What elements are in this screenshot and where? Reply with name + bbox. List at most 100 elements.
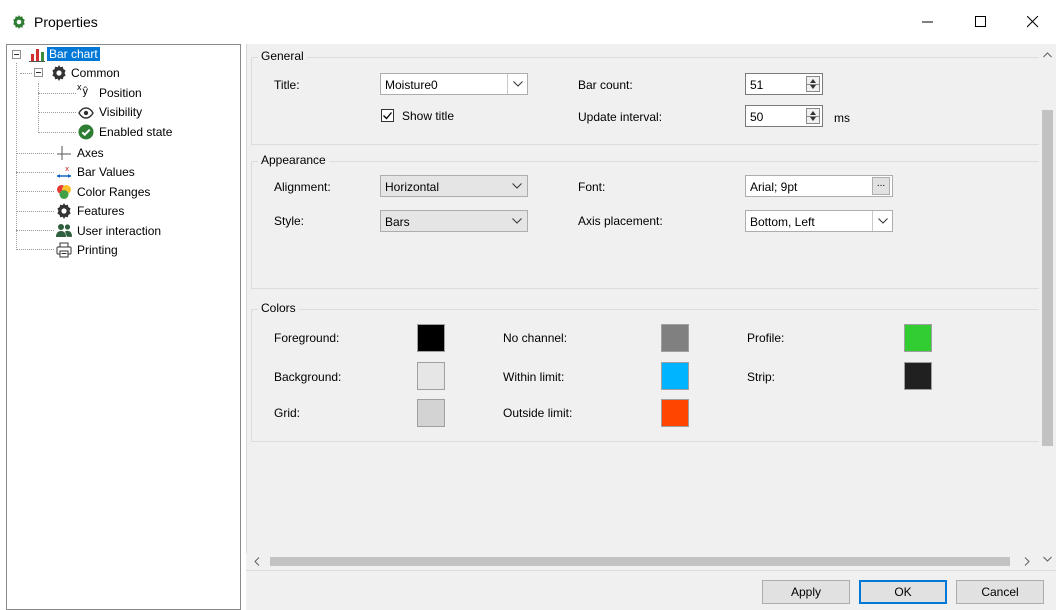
spin-buttons[interactable]	[806, 108, 820, 124]
tree-connector	[16, 153, 54, 154]
strip-color-swatch[interactable]	[904, 362, 932, 390]
maximize-button[interactable]	[958, 0, 1004, 44]
tree-item-axes[interactable]: Axes	[77, 146, 104, 160]
bar-chart-icon	[29, 49, 45, 62]
svg-text:x: x	[65, 165, 69, 173]
spin-buttons[interactable]	[806, 76, 820, 92]
checkmark-icon	[383, 112, 392, 120]
bar-count-spinner[interactable]: 51	[745, 73, 823, 95]
tree-item-common[interactable]: Common	[71, 66, 120, 80]
scroll-thumb[interactable]	[270, 557, 1010, 566]
tree-connector	[16, 191, 54, 192]
show-title-label: Show title	[402, 109, 455, 123]
axes-icon	[57, 146, 71, 160]
alignment-label: Alignment:	[274, 180, 331, 194]
horizontal-scrollbar[interactable]	[246, 553, 1039, 570]
axis-placement-label: Axis placement:	[578, 214, 663, 228]
update-interval-label: Update interval:	[578, 110, 663, 124]
update-interval-spinner[interactable]: 50	[745, 105, 823, 127]
background-label: Background:	[274, 370, 342, 384]
eye-icon	[78, 107, 94, 119]
strip-label: Strip:	[747, 370, 776, 384]
tree-item-color-ranges[interactable]: Color Ranges	[77, 185, 150, 199]
font-browse-button[interactable]: ...	[872, 177, 890, 195]
collapse-toggle[interactable]	[34, 68, 43, 77]
font-value: Arial; 9pt	[750, 180, 798, 194]
axis-placement-combo[interactable]: Bottom, Left	[745, 210, 893, 232]
foreground-color-swatch[interactable]	[417, 324, 445, 352]
vertical-scrollbar[interactable]	[1039, 44, 1056, 570]
chevron-right-icon[interactable]	[1024, 557, 1030, 566]
update-interval-unit: ms	[834, 111, 850, 125]
within-limit-label: Within limit:	[503, 370, 565, 384]
general-group: General	[251, 49, 1049, 145]
printer-icon	[56, 242, 72, 258]
scroll-thumb[interactable]	[1042, 110, 1053, 446]
tree-item-printing[interactable]: Printing	[77, 243, 118, 257]
gear-icon	[13, 15, 25, 29]
maximize-icon	[975, 16, 986, 27]
tree-item-bar-chart[interactable]: Bar chart	[47, 47, 100, 61]
gear-icon	[57, 203, 71, 219]
style-label: Style:	[274, 214, 305, 228]
property-tree[interactable]: Bar chart Common xŷ Position Visibility …	[6, 44, 241, 610]
title-combo[interactable]: Moisture0	[380, 73, 528, 95]
collapse-toggle[interactable]	[12, 50, 21, 59]
background-color-swatch[interactable]	[417, 362, 445, 390]
close-button[interactable]	[1010, 0, 1056, 44]
chevron-up-icon[interactable]	[1043, 52, 1052, 58]
bar-count-label: Bar count:	[578, 78, 633, 92]
chevron-down-icon[interactable]	[1043, 556, 1052, 562]
tree-connector	[16, 211, 54, 212]
outside-limit-label: Outside limit:	[503, 406, 573, 420]
update-interval-value: 50	[750, 110, 764, 124]
within-limit-color-swatch[interactable]	[661, 362, 689, 390]
chevron-left-icon[interactable]	[254, 557, 260, 566]
style-select[interactable]: Bars	[380, 210, 528, 232]
cancel-button[interactable]: Cancel	[956, 580, 1044, 604]
apply-button[interactable]: Apply	[762, 580, 850, 604]
tree-connector	[16, 172, 54, 173]
tree-connector	[38, 112, 76, 113]
no-channel-color-swatch[interactable]	[661, 324, 689, 352]
tree-connector	[20, 73, 32, 74]
tree-connector	[38, 132, 76, 133]
tree-connector	[16, 249, 54, 250]
tree-item-features[interactable]: Features	[77, 204, 124, 218]
alignment-select[interactable]: Horizontal	[380, 175, 528, 197]
ok-button[interactable]: OK	[859, 580, 947, 604]
outside-limit-color-swatch[interactable]	[661, 399, 689, 427]
bar-count-value: 51	[750, 78, 764, 92]
grid-label: Grid:	[274, 406, 301, 420]
chevron-down-icon	[507, 176, 527, 196]
grid-color-swatch[interactable]	[417, 399, 445, 427]
dialog-button-bar: Apply OK Cancel	[246, 570, 1056, 610]
appearance-heading: Appearance	[258, 153, 329, 167]
foreground-label: Foreground:	[274, 331, 340, 345]
tree-item-position[interactable]: Position	[99, 86, 142, 100]
position-icon: xŷ	[77, 82, 89, 98]
chevron-down-icon[interactable]	[507, 74, 527, 94]
tree-item-visibility[interactable]: Visibility	[99, 105, 142, 119]
general-heading: General	[258, 49, 307, 63]
tree-item-enabled-state[interactable]: Enabled state	[99, 125, 172, 139]
show-title-checkbox[interactable]	[381, 109, 394, 122]
gear-icon	[52, 65, 66, 81]
tree-item-user-interaction[interactable]: User interaction	[77, 224, 161, 238]
tree-connector	[38, 83, 39, 133]
title-bar: Properties	[0, 0, 1056, 44]
tree-connector	[16, 230, 54, 231]
tree-connector	[16, 63, 17, 248]
font-field[interactable]: Arial; 9pt	[745, 175, 893, 197]
no-channel-label: No channel:	[503, 331, 568, 345]
chevron-down-icon	[507, 211, 527, 231]
bar-values-icon: x	[57, 165, 71, 178]
font-label: Font:	[578, 180, 606, 194]
profile-color-swatch[interactable]	[904, 324, 932, 352]
close-icon	[1027, 16, 1039, 28]
tree-connector	[38, 93, 76, 94]
chevron-down-icon[interactable]	[872, 211, 892, 231]
checkmark-circle-icon	[78, 124, 94, 140]
tree-item-bar-values[interactable]: Bar Values	[77, 165, 135, 179]
minimize-button[interactable]	[905, 0, 951, 44]
